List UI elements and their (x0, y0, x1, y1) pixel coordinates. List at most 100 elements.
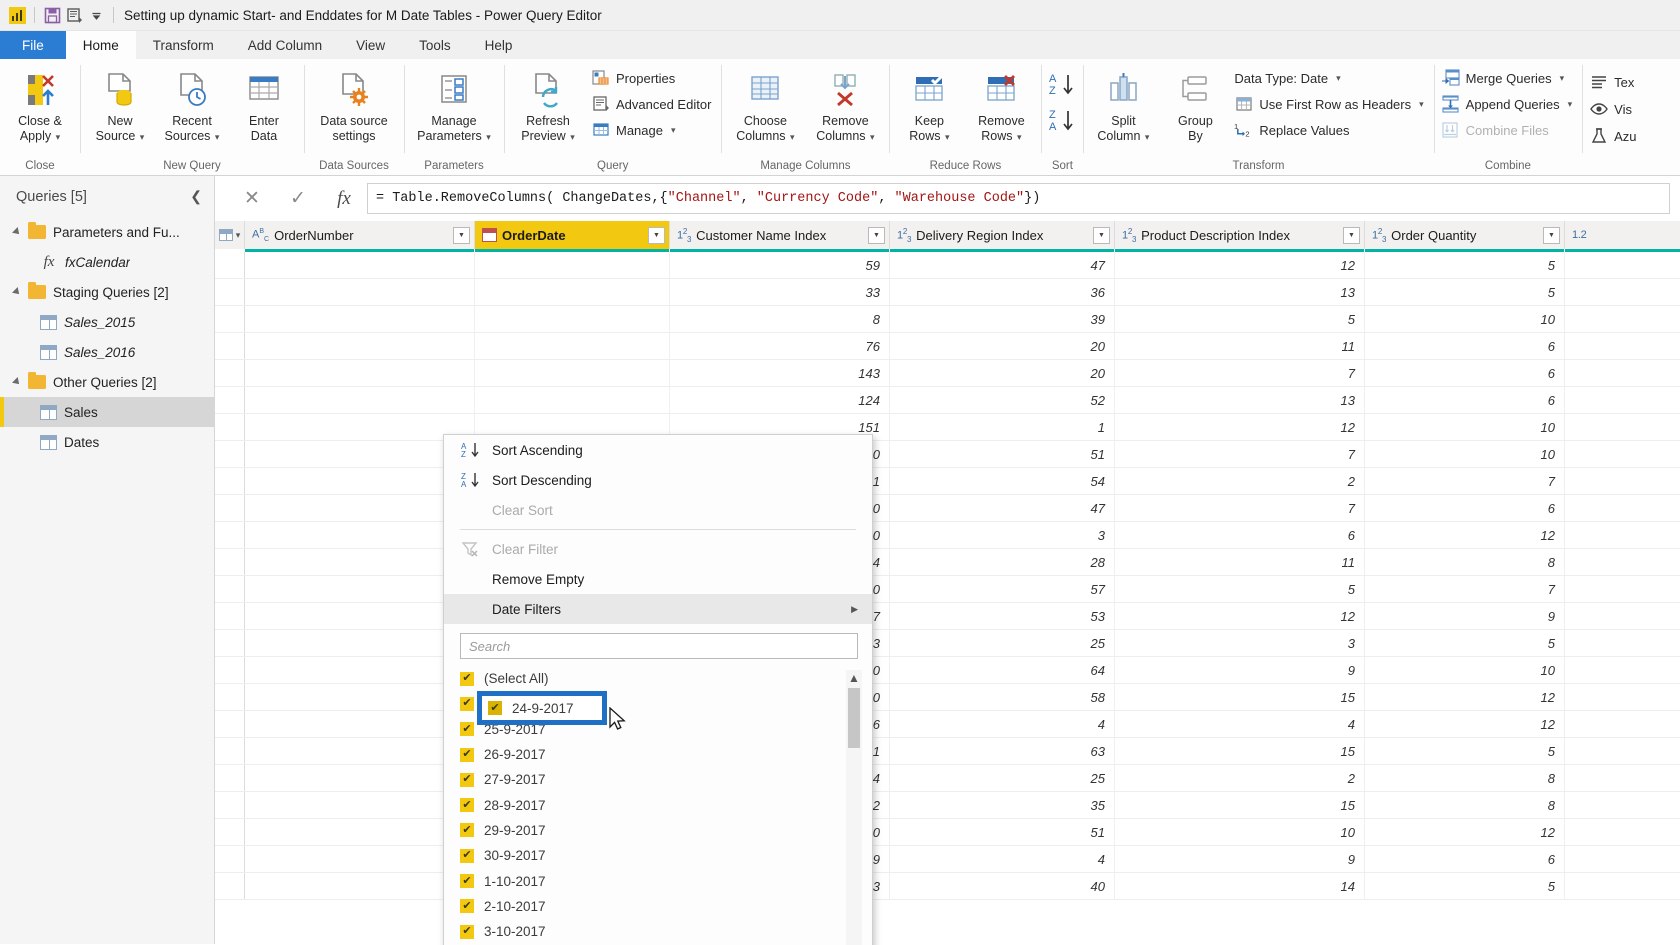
table-row[interactable]: 8 39 5 10 (215, 306, 1680, 333)
column-header-customer-name-index[interactable]: 123 Customer Name Index ▼ (670, 221, 890, 249)
cell-product-description-index[interactable]: 10 (1115, 819, 1365, 845)
tab-file[interactable]: File (0, 31, 66, 59)
recent-sources-button[interactable]: Recent Sources ▾ (156, 64, 228, 147)
cell-order-quantity[interactable]: 5 (1365, 873, 1565, 899)
cell-order-quantity[interactable]: 10 (1365, 441, 1565, 467)
cell-customer-name-index[interactable]: 59 (670, 252, 890, 278)
cell-order-quantity[interactable]: 6 (1365, 387, 1565, 413)
filter-value-row[interactable]: ✔ 2-10-2017 (460, 894, 872, 919)
use-first-row-as-headers-button[interactable]: Use First Row as Headers ▾ (1231, 92, 1429, 116)
table-row[interactable]: 110581512 (215, 684, 1680, 711)
cell-partial[interactable] (1565, 576, 1680, 602)
cell-product-description-index[interactable]: 5 (1115, 306, 1365, 332)
column-header-next-partial[interactable]: 1.2 (1565, 221, 1680, 249)
cell-customer-name-index[interactable]: 76 (670, 333, 890, 359)
filter-value-row[interactable]: ✔ 3-10-2017 (460, 919, 872, 944)
query-folder-parameters-and-functions[interactable]: Parameters and Fu... (0, 217, 214, 247)
cell-customer-name-index[interactable]: 8 (670, 306, 890, 332)
cell-product-description-index[interactable]: 2 (1115, 468, 1365, 494)
chevron-down-icon[interactable]: ▾ (788, 132, 795, 142)
checkbox-checked-icon[interactable]: ✔ (460, 722, 474, 737)
expand-triangle-icon[interactable] (12, 377, 22, 387)
new-source-button[interactable]: New Source ▾ (84, 64, 156, 147)
row-header[interactable] (245, 306, 475, 332)
tab-tools[interactable]: Tools (402, 31, 468, 59)
cell-delivery-region-index[interactable]: 57 (890, 576, 1115, 602)
cell-order-quantity[interactable]: 5 (1365, 738, 1565, 764)
cell-product-description-index[interactable]: 9 (1115, 846, 1365, 872)
menu-item-sort-ascending[interactable]: AZ Sort Ascending (444, 435, 872, 465)
column-filter-dropdown-orderdate[interactable]: ▼ (648, 226, 665, 244)
refresh-preview-button[interactable]: Refresh Preview ▾ (508, 64, 588, 147)
query-folder-other-queries[interactable]: Other Queries [2] (0, 367, 214, 397)
cell-partial[interactable] (1565, 522, 1680, 548)
filter-value-row[interactable]: ✔ 26-9-2017 (460, 742, 872, 767)
cell-delivery-region-index[interactable]: 63 (890, 738, 1115, 764)
keep-rows-button[interactable]: Keep Rows ▾ (893, 64, 965, 147)
chevron-down-icon[interactable]: ▾ (137, 132, 145, 142)
cell-order-quantity[interactable]: 12 (1365, 522, 1565, 548)
menu-item-date-filters[interactable]: Date Filters ▶ (444, 594, 872, 624)
remove-rows-button[interactable]: Remove Rows ▾ (965, 64, 1037, 147)
tab-home[interactable]: Home (65, 31, 136, 59)
column-filter-dropdown-ordernumber[interactable]: ▼ (453, 226, 470, 244)
query-folder-staging-queries[interactable]: Staging Queries [2] (0, 277, 214, 307)
data-type-button[interactable]: Data Type: Date ▾ (1231, 66, 1429, 90)
merge-queries-button[interactable]: Merge Queries ▾ (1438, 66, 1578, 90)
cell-order-quantity[interactable]: 5 (1365, 630, 1565, 656)
tab-transform[interactable]: Transform (136, 31, 231, 59)
query-item-sales-2015[interactable]: Sales_2015 (0, 307, 214, 337)
tab-add-column[interactable]: Add Column (231, 31, 339, 59)
chevron-down-icon[interactable]: ▾ (212, 132, 220, 142)
checkbox-checked-icon[interactable]: ✔ (460, 874, 474, 889)
cell-product-description-index[interactable]: 6 (1115, 522, 1365, 548)
table-row[interactable]: 124 52 13 6 (215, 387, 1680, 414)
cell-partial[interactable] (1565, 279, 1680, 305)
cell-partial[interactable] (1565, 306, 1680, 332)
text-analytics-button[interactable]: Tex (1586, 70, 1642, 94)
column-filter-dropdown-customer-name-index[interactable]: ▼ (868, 226, 885, 244)
row-header[interactable] (245, 738, 475, 764)
chevron-down-icon[interactable]: ▾ (671, 125, 676, 136)
cell-delivery-region-index[interactable]: 47 (890, 495, 1115, 521)
row-header[interactable] (245, 576, 475, 602)
cell-orderdate[interactable] (475, 279, 670, 305)
chevron-down-icon[interactable]: ▾ (1142, 132, 1150, 142)
vision-button[interactable]: Vis (1586, 97, 1642, 121)
table-row[interactable]: 1104776 (215, 495, 1680, 522)
table-row[interactable]: 632535 (215, 630, 1680, 657)
manage-button[interactable]: Manage ▾ (588, 118, 717, 142)
cell-orderdate[interactable] (475, 252, 670, 278)
cell-customer-name-index[interactable]: 143 (670, 360, 890, 386)
cell-orderdate[interactable] (475, 333, 670, 359)
cell-partial[interactable] (1565, 468, 1680, 494)
cell-order-quantity[interactable]: 8 (1365, 549, 1565, 575)
cell-delivery-region-index[interactable]: 51 (890, 441, 1115, 467)
cell-delivery-region-index[interactable]: 54 (890, 468, 1115, 494)
cell-partial[interactable] (1565, 792, 1680, 818)
table-row[interactable]: 1303612 (215, 522, 1680, 549)
cell-delivery-region-index[interactable]: 3 (890, 522, 1115, 548)
customize-quick-access-toolbar-icon[interactable] (85, 4, 107, 26)
cell-delivery-region-index[interactable]: 36 (890, 279, 1115, 305)
formula-input[interactable]: = Table.RemoveColumns( ChangeDates,{"Cha… (367, 183, 1670, 214)
cell-partial[interactable] (1565, 441, 1680, 467)
filter-search-input[interactable]: Search (460, 633, 858, 659)
table-row[interactable]: 151 1 12 10 (215, 414, 1680, 441)
cell-partial[interactable] (1565, 387, 1680, 413)
chevron-left-icon[interactable]: ❮ (190, 188, 202, 205)
row-header[interactable] (245, 792, 475, 818)
filter-value-row[interactable]: ✔ 29-9-2017 (460, 818, 872, 843)
table-row[interactable]: 59 47 12 5 (215, 252, 1680, 279)
chevron-down-icon[interactable]: ▾ (1560, 73, 1565, 84)
save-icon[interactable] (41, 4, 63, 26)
cell-order-quantity[interactable]: 9 (1365, 603, 1565, 629)
table-row[interactable]: 33 36 13 5 (215, 279, 1680, 306)
sort-descending-button[interactable]: ZA (1045, 106, 1079, 138)
column-header-product-description-index[interactable]: 123 Product Description Index ▼ (1115, 221, 1365, 249)
checkbox-checked-icon[interactable]: ✔ (460, 924, 474, 939)
enter-data-button[interactable]: Enter Data (228, 64, 300, 147)
row-header[interactable] (245, 468, 475, 494)
row-header[interactable] (245, 873, 475, 899)
formula-accept-button[interactable]: ✓ (275, 183, 321, 214)
